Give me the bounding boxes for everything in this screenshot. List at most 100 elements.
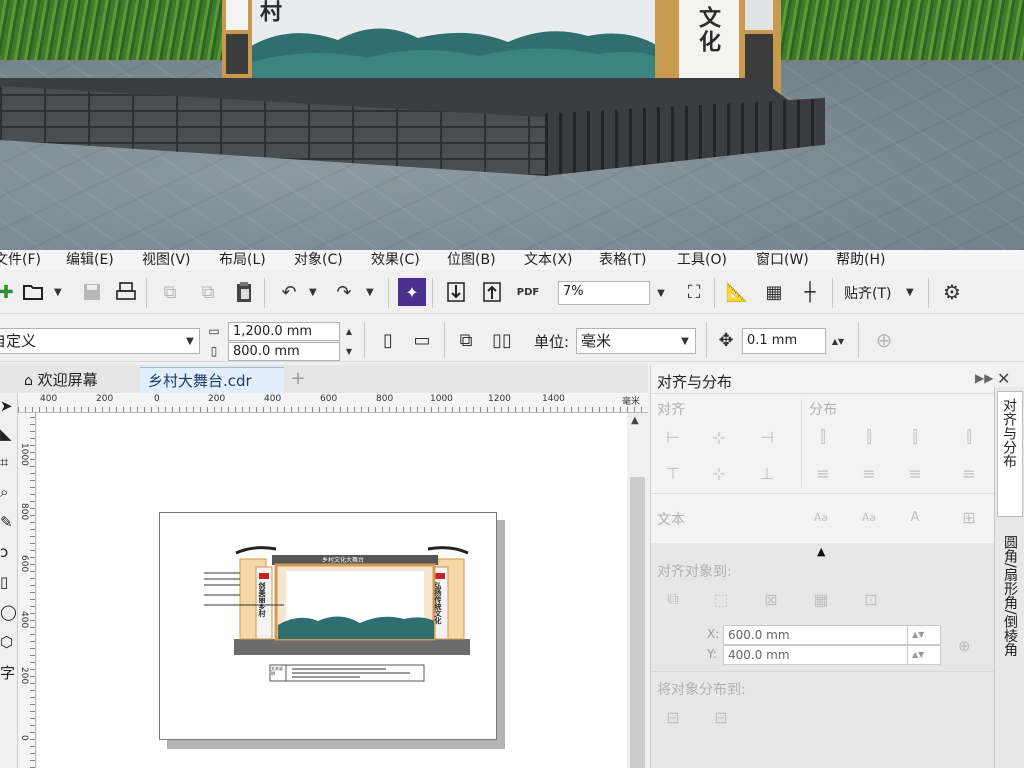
page-size-preset-select[interactable]: 自定义 — [0, 328, 200, 354]
tab-document[interactable]: 乡村大舞台.cdr — [140, 367, 284, 393]
menu-effects[interactable]: 效果(C) — [371, 250, 420, 270]
distribute-right-icon[interactable]: ⫿ — [957, 425, 981, 449]
stage-elevation-drawing[interactable] — [160, 513, 496, 739]
menu-tools[interactable]: 工具(O) — [677, 250, 727, 270]
freehand-tool-icon[interactable]: ✎ — [0, 509, 17, 535]
menu-object[interactable]: 对象(C) — [294, 250, 343, 270]
page-preset-chevron-icon[interactable]: ▼ — [181, 332, 199, 350]
search-content-icon[interactable]: ✦ — [398, 278, 426, 306]
align-top-icon[interactable]: ⊤ — [661, 461, 685, 485]
menu-layout[interactable]: 布局(L) — [219, 250, 266, 270]
grid-icon[interactable]: ▦ — [760, 278, 788, 306]
add-point-icon[interactable]: ⊕ — [958, 637, 971, 655]
crop-tool-icon[interactable]: ⌗ — [0, 449, 17, 475]
distribute-to-selection-icon[interactable]: ⊟ — [661, 705, 685, 729]
rectangle-tool-icon[interactable]: ▯ — [0, 569, 17, 595]
text-tool-icon[interactable]: 字 — [0, 659, 17, 685]
pick-tool-icon[interactable]: ➤ — [0, 393, 17, 419]
x-coordinate-input[interactable]: 600.0 mm — [723, 625, 909, 645]
text-first-line-baseline-icon[interactable]: Aa — [809, 505, 833, 529]
polygon-tool-icon[interactable]: ⬡ — [0, 629, 17, 655]
distribute-top-icon[interactable]: ≡ — [811, 461, 835, 485]
current-page-icon[interactable]: ▯▯ — [488, 326, 516, 354]
distribute-vspacing-icon[interactable]: ≡ — [903, 461, 927, 485]
add-tab-icon[interactable]: + — [286, 366, 310, 390]
guidelines-icon[interactable]: ┼ — [796, 278, 824, 306]
import-icon[interactable] — [442, 278, 470, 306]
align-left-icon[interactable]: ⊢ — [661, 425, 685, 449]
rulers-icon[interactable]: 📐 — [723, 278, 751, 306]
menu-text[interactable]: 文本(X) — [524, 250, 573, 270]
align-to-page-edge-icon[interactable]: ⬚ — [709, 587, 733, 611]
paste-icon[interactable] — [230, 278, 258, 306]
redo-dropdown-chevron-icon[interactable]: ▼ — [366, 287, 374, 298]
undo-icon[interactable]: ↶ — [275, 278, 303, 306]
copy-icon[interactable]: ⧉ — [194, 278, 222, 306]
zoom-dropdown-chevron-icon[interactable]: ▼ — [652, 284, 670, 302]
redo-icon[interactable]: ↷ — [330, 278, 358, 306]
nudge-distance-input[interactable]: 0.1 mm — [742, 328, 826, 354]
full-screen-icon[interactable]: ⛶ — [680, 278, 708, 306]
new-icon[interactable]: ✚ — [0, 278, 20, 306]
align-bottom-icon[interactable]: ⊥ — [755, 461, 779, 485]
horizontal-ruler[interactable]: 400 200 0 200 400 600 800 1000 1200 1400… — [18, 393, 648, 413]
menu-file[interactable]: 文件(F) — [0, 250, 41, 270]
landscape-icon[interactable]: ▭ — [408, 326, 436, 354]
align-to-active-object-icon[interactable]: ⧉ — [661, 587, 685, 611]
scrollbar-thumb[interactable] — [630, 477, 645, 768]
snap-dropdown-chevron-icon[interactable]: ▼ — [906, 287, 914, 298]
align-to-page-center-icon[interactable]: ⊠ — [759, 587, 783, 611]
vertical-ruler[interactable]: 1000 800 600 400 200 0 — [18, 413, 36, 768]
page-width-input[interactable]: 1,200.0 mm — [228, 322, 340, 341]
distribute-bottom-icon[interactable]: ≡ — [957, 461, 981, 485]
print-icon[interactable] — [112, 278, 140, 306]
align-right-icon[interactable]: ⊣ — [755, 425, 779, 449]
menu-window[interactable]: 窗口(W) — [756, 250, 809, 270]
distribute-to-page-icon[interactable]: ⊟ — [709, 705, 733, 729]
docker-close-icon[interactable]: ✕ — [997, 369, 1010, 388]
snap-to-button[interactable]: 贴齐(T) — [844, 283, 891, 303]
cut-icon[interactable]: ⧉ — [156, 278, 184, 306]
width-spin-icon[interactable]: ▲ — [340, 322, 358, 340]
docker-tab-fillet-scallop-chamfer[interactable]: 圆角/扇形角/倒棱角 — [997, 529, 1023, 719]
distribute-center-icon[interactable]: ⫿ — [857, 425, 881, 449]
menu-bitmaps[interactable]: 位图(B) — [447, 250, 496, 270]
undo-dropdown-chevron-icon[interactable]: ▼ — [309, 287, 317, 298]
docker-expand-icon[interactable]: ▶▶ — [975, 371, 993, 385]
export-icon[interactable] — [478, 278, 506, 306]
add-preset-icon[interactable]: ⊕ — [870, 326, 898, 354]
document-page[interactable]: 乡村文化大舞台 剑美丽乡村 弘扬传统文化 文本说明 — [159, 512, 497, 740]
text-outline-icon[interactable]: ⊞ — [957, 505, 981, 529]
menu-view[interactable]: 视图(V) — [142, 250, 191, 270]
x-spin-icon[interactable]: ▲▼ — [907, 625, 941, 645]
distribute-left-icon[interactable]: ⫿ — [811, 425, 835, 449]
distribute-middle-icon[interactable]: ≡ — [857, 461, 881, 485]
vertical-scrollbar[interactable]: ▲ — [627, 413, 648, 768]
page-height-input[interactable]: 800.0 mm — [228, 342, 340, 361]
portrait-icon[interactable]: ▯ — [374, 326, 402, 354]
zoom-level-input[interactable]: 7% — [558, 281, 650, 305]
align-to-grid-icon[interactable]: ▦ — [809, 587, 833, 611]
settings-icon[interactable]: ⚙ — [938, 278, 966, 306]
menu-help[interactable]: 帮助(H) — [836, 250, 885, 270]
open-dropdown-chevron-icon[interactable]: ▼ — [54, 287, 62, 298]
text-bounding-box-icon[interactable]: A — [903, 505, 927, 529]
collapse-arrow-icon[interactable]: ▲ — [817, 545, 825, 558]
docker-tab-align-distribute[interactable]: 对齐与分布 — [997, 391, 1023, 517]
tab-welcome-screen[interactable]: ⌂ 欢迎屏幕 — [16, 367, 106, 393]
artistic-media-icon[interactable]: ↄ — [0, 539, 17, 565]
height-spin-icon[interactable]: ▼ — [340, 342, 358, 360]
y-spin-icon[interactable]: ▲▼ — [907, 645, 941, 665]
open-icon[interactable] — [20, 278, 48, 306]
align-center-horizontal-icon[interactable]: ⊹ — [707, 425, 731, 449]
menu-edit[interactable]: 编辑(E) — [66, 250, 114, 270]
y-coordinate-input[interactable]: 400.0 mm — [723, 645, 909, 665]
all-pages-icon[interactable]: ⧉ — [452, 326, 480, 354]
menu-table[interactable]: 表格(T) — [599, 250, 646, 270]
nudge-spin-icon[interactable]: ▲▼ — [829, 332, 847, 350]
distribute-spacing-icon[interactable]: ⫿ — [903, 425, 927, 449]
zoom-tool-icon[interactable]: ⌕ — [0, 479, 17, 505]
units-chevron-icon[interactable]: ▼ — [676, 332, 694, 350]
align-center-vertical-icon[interactable]: ⊹ — [707, 461, 731, 485]
ellipse-tool-icon[interactable]: ◯ — [0, 599, 17, 625]
